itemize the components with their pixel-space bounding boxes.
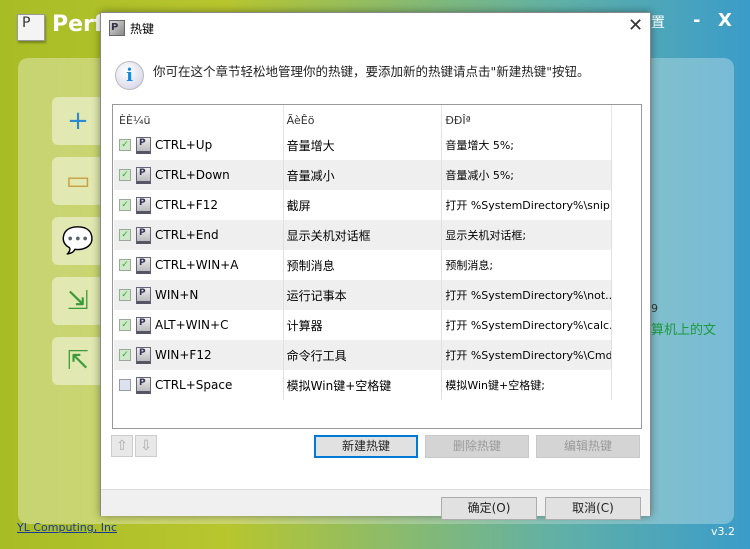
enabled-checkbox[interactable]: ✓ [119, 139, 131, 151]
enabled-checkbox[interactable] [119, 379, 131, 391]
key-icon: P [136, 196, 151, 214]
app-icon: P [109, 20, 125, 36]
action-cell: 打开 %SystemDirectory%\not... [442, 280, 612, 310]
delete-hotkey-button[interactable]: 删除热键 [425, 435, 529, 458]
hotkey-label: CTRL+Up [155, 138, 213, 152]
hotkey-label: CTRL+WIN+A [155, 258, 239, 272]
hotkeys-dialog: P 热键 ✕ i 你可在这个章节轻松地管理你的热键，要添加新的热键请点击"新建热… [100, 12, 651, 520]
hotkey-label: ALT+WIN+C [155, 318, 229, 332]
table-row[interactable]: P CTRL+Space 模拟Win键+空格键 模拟Win键+空格键; [114, 370, 612, 400]
hotkey-cell: ✓ P CTRL+F12 [114, 190, 284, 220]
key-icon: P [136, 316, 151, 334]
partial-text: 算机上的文 [651, 323, 717, 338]
enabled-checkbox[interactable]: ✓ [119, 319, 131, 331]
table-row[interactable]: ✓ P WIN+F12 命令行工具 打开 %SystemDirectory%\Cmd..… [114, 340, 612, 370]
action-cell: 打开 %SystemDirectory%\Cmd... [442, 340, 612, 370]
dialog-title: 热键 [130, 21, 155, 36]
hotkey-cell: ✓ P CTRL+End [114, 220, 284, 250]
action-cell: 音量减小 5%; [442, 160, 612, 190]
app-close-button[interactable]: X [718, 10, 732, 31]
hotkey-cell: ✓ P WIN+N [114, 280, 284, 310]
table-row[interactable]: ✓ P CTRL+Down 音量减小 音量减小 5%; [114, 160, 612, 190]
key-icon: P [136, 376, 151, 394]
edit-hotkey-button[interactable]: 编辑热键 [536, 435, 640, 458]
hotkey-cell: ✓ P CTRL+WIN+A [114, 250, 284, 280]
description-cell: 截屏 [284, 190, 443, 220]
hotkey-cell: ✓ P WIN+F12 [114, 340, 284, 370]
company-link[interactable]: YL Computing, Inc [17, 521, 117, 534]
action-cell: 打开 %SystemDirectory%\calc.... [442, 310, 612, 340]
table-row[interactable]: ✓ P WIN+N 运行记事本 打开 %SystemDirectory%\not... [114, 280, 612, 310]
table-row[interactable]: ✓ P CTRL+F12 截屏 打开 %SystemDirectory%\snip... [114, 190, 612, 220]
hotkey-cell: ✓ P CTRL+Down [114, 160, 284, 190]
ok-button[interactable]: 确定(O) [441, 497, 537, 520]
table-row[interactable]: ✓ P CTRL+Up 音量增大 音量增大 5%; [114, 130, 612, 160]
table-row[interactable]: ✓ P ALT+WIN+C 计算器 打开 %SystemDirectory%\calc.… [114, 310, 612, 340]
hotkey-label: WIN+N [155, 288, 199, 302]
hotkey-label: CTRL+F12 [155, 198, 218, 212]
cancel-button[interactable]: 取消(C) [545, 497, 641, 520]
key-icon: P [136, 166, 151, 184]
enabled-checkbox[interactable]: ✓ [119, 169, 131, 181]
hotkey-label: CTRL+End [155, 228, 219, 242]
action-cell: 音量增大 5%; [442, 130, 612, 160]
export-file-icon[interactable]: ⇲ [52, 277, 104, 325]
partial-number: 9 [651, 302, 658, 315]
hotkey-cell: ✓ P ALT+WIN+C [114, 310, 284, 340]
description-cell: 模拟Win键+空格键 [284, 370, 443, 400]
description-cell: 运行记事本 [284, 280, 443, 310]
enabled-checkbox[interactable]: ✓ [119, 259, 131, 271]
action-cell: 打开 %SystemDirectory%\snip... [442, 190, 612, 220]
dialog-titlebar: P 热键 [109, 19, 154, 37]
hotkey-cell: ✓ P CTRL+Up [114, 130, 284, 160]
hotkey-cell: P CTRL+Space [114, 370, 284, 400]
info-message: 你可在这个章节轻松地管理你的热键，要添加新的热键请点击"新建热键"按钮。 [153, 64, 590, 79]
app-logo: P [17, 14, 45, 41]
hotkeys-table: ÈÈ¼ü ÃèÊö ÐÐÎª ✓ P CTRL+Up 音量增大 音量增大 5%; ✓ P CT… [112, 104, 642, 429]
key-icon: P [136, 226, 151, 244]
description-cell: 预制消息 [284, 250, 443, 280]
enabled-checkbox[interactable]: ✓ [119, 229, 131, 241]
action-cell: 模拟Win键+空格键; [442, 370, 612, 400]
move-down-button[interactable]: ⇩ [135, 435, 157, 457]
app-title-partial: 置 [651, 15, 665, 31]
enabled-checkbox[interactable]: ✓ [119, 199, 131, 211]
add-file-icon[interactable]: + [52, 97, 104, 145]
description-cell: 音量减小 [284, 160, 443, 190]
hotkey-label: WIN+F12 [155, 348, 212, 362]
action-cell: 预制消息; [442, 250, 612, 280]
enabled-checkbox[interactable]: ✓ [119, 349, 131, 361]
action-cell: 显示关机对话框; [442, 220, 612, 250]
info-icon: i [115, 61, 144, 90]
description-cell: 命令行工具 [284, 340, 443, 370]
enabled-checkbox[interactable]: ✓ [119, 289, 131, 301]
key-icon: P [136, 256, 151, 274]
description-cell: 音量增大 [284, 130, 443, 160]
close-icon[interactable]: ✕ [628, 15, 643, 36]
move-up-button[interactable]: ⇧ [111, 435, 133, 457]
key-icon: P [136, 286, 151, 304]
chat-icon[interactable]: 💬 [52, 217, 104, 265]
description-cell: 计算器 [284, 310, 443, 340]
hotkey-label: CTRL+Down [155, 168, 230, 182]
key-icon: P [136, 136, 151, 154]
description-cell: 显示关机对话框 [284, 220, 443, 250]
table-row[interactable]: ✓ P CTRL+WIN+A 预制消息 预制消息; [114, 250, 612, 280]
new-hotkey-button[interactable]: 新建热键 [314, 435, 418, 458]
app-title: Perf [52, 12, 104, 37]
import-file-icon[interactable]: ⇱ [52, 337, 104, 385]
key-icon: P [136, 346, 151, 364]
table-row[interactable]: ✓ P CTRL+End 显示关机对话框 显示关机对话框; [114, 220, 612, 250]
hotkey-label: CTRL+Space [155, 378, 233, 392]
minimize-button[interactable]: - [693, 10, 700, 31]
version-label: v3.2 [711, 525, 736, 538]
windows-icon[interactable]: ▭ [52, 157, 104, 205]
